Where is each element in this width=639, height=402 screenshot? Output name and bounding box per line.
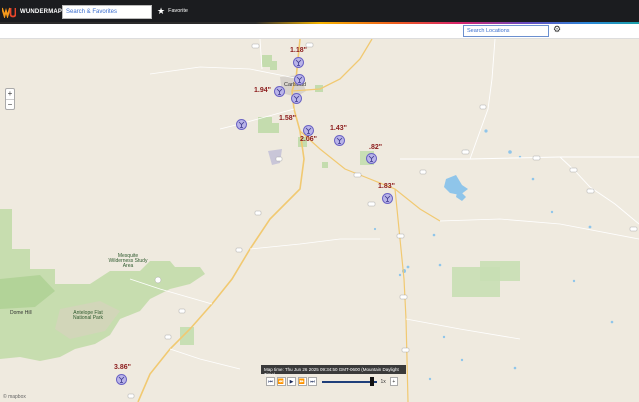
favorites-search-input[interactable]: Search & Favorites (62, 5, 152, 19)
timeline-track (321, 380, 377, 383)
station-marker[interactable] (293, 57, 304, 68)
map-time-display: Map time: Thu Jun 26 2025 09:34:50 GMT-0… (261, 365, 406, 377)
location-search-input[interactable]: Search Locations (463, 25, 549, 37)
top-bar: WUNDERMAP Search & Favorites ★ Favorite (0, 0, 639, 23)
zoom-control: + − (5, 88, 15, 110)
star-icon: ★ (157, 6, 166, 16)
station-marker[interactable] (294, 74, 305, 85)
rain-gauge-icon (293, 95, 300, 102)
rain-gauge-icon (276, 88, 283, 95)
zoom-out-button[interactable]: − (6, 99, 14, 109)
playback-speed[interactable]: 1x (381, 379, 386, 385)
play-button[interactable]: ▶ (287, 377, 296, 386)
wu-logo-icon (2, 6, 16, 18)
skip-to-start-button[interactable]: ⏮ (266, 377, 275, 386)
precip-label: 2.06" (300, 136, 317, 143)
precip-label: 1.94" (254, 87, 271, 94)
speed-up-button[interactable]: + (389, 377, 398, 386)
station-marker[interactable] (334, 135, 345, 146)
step-forward-button[interactable]: ⏩ (297, 377, 307, 386)
station-marker[interactable] (366, 153, 377, 164)
timeline-slider[interactable] (321, 377, 377, 386)
station-marker[interactable] (303, 125, 314, 136)
rain-gauge-icon (238, 121, 245, 128)
precip-label: 1.83" (378, 183, 395, 190)
zoom-in-button[interactable]: + (6, 89, 14, 99)
rain-gauge-icon (305, 127, 312, 134)
precip-label: 1.18" (290, 47, 307, 54)
rain-gauge-icon (368, 155, 375, 162)
basemap (0, 39, 639, 402)
station-marker[interactable] (382, 193, 393, 204)
rain-gauge-icon (296, 76, 303, 83)
step-back-button[interactable]: ⏪ (276, 377, 286, 386)
favorite-label: Favorite (168, 8, 188, 14)
precip-label: 1.43" (330, 125, 347, 132)
favorite-button[interactable]: ★ Favorite (157, 6, 188, 16)
park-label: Antelope Flat National Park (72, 310, 103, 321)
precip-label: .82" (369, 144, 383, 151)
rain-gauge-icon (336, 137, 343, 144)
station-marker[interactable] (116, 374, 127, 385)
station-marker[interactable] (236, 119, 247, 130)
precip-label: 1.58" (279, 115, 296, 122)
station-marker[interactable] (291, 93, 302, 104)
skip-to-end-button[interactable]: ⏭ (308, 377, 317, 386)
dome-hill-label: Dome Hill (10, 310, 32, 316)
mapbox-attribution[interactable]: © mapbox (3, 394, 26, 400)
wundermap-logo[interactable]: WUNDERMAP (0, 0, 62, 23)
rain-gauge-icon (295, 59, 302, 66)
map-canvas[interactable]: Carlsbad Mesquite Wilderness Study Area … (0, 39, 639, 402)
playback-controls: ⏮ ⏪ ▶ ⏩ ⏭ 1x + (266, 377, 398, 386)
rain-gauge-icon (118, 376, 125, 383)
rain-gauge-icon (384, 195, 391, 202)
timeline-thumb[interactable] (369, 377, 374, 386)
wilderness-label: Mesquite Wilderness Study Area (108, 253, 148, 269)
station-marker[interactable] (274, 86, 285, 97)
brand-name: WUNDERMAP (20, 8, 63, 15)
gear-icon[interactable]: ⚙ (553, 24, 561, 35)
precip-label: 3.86" (114, 364, 131, 371)
